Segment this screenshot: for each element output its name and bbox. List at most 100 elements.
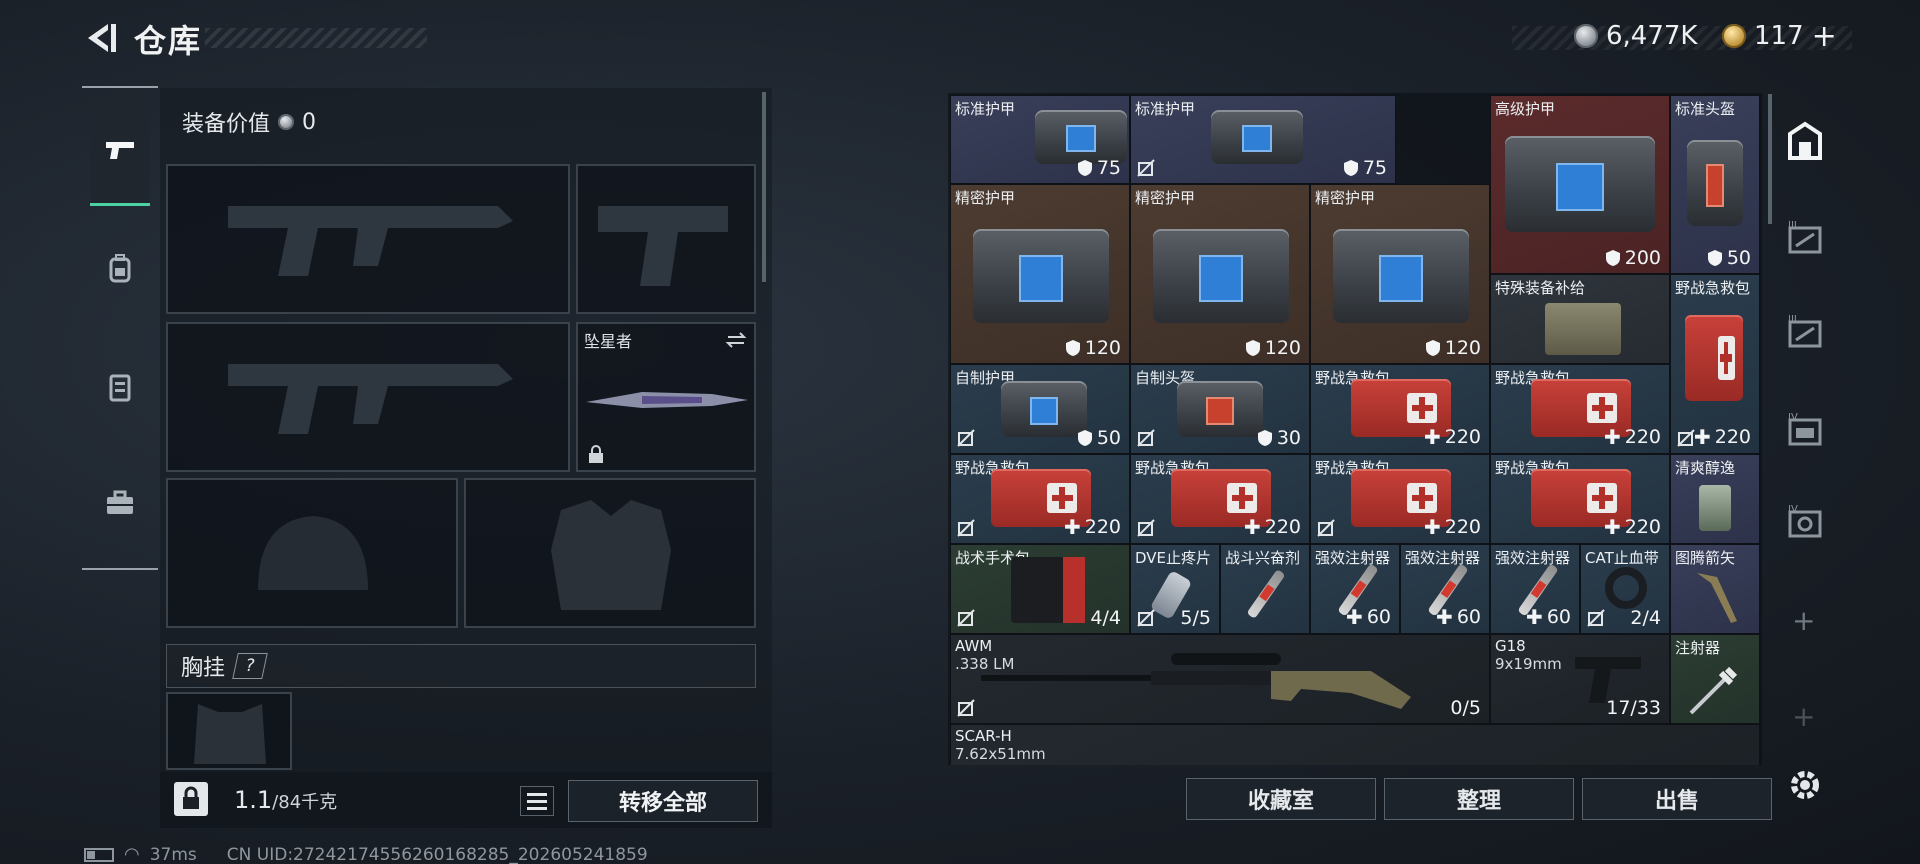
weight-lock-icon[interactable] (174, 782, 208, 816)
storage-page-3[interactable]: III (1784, 218, 1826, 260)
storage-item[interactable]: 精密护甲 120 (950, 184, 1130, 364)
storage-item[interactable]: 标准护甲 75 (1130, 95, 1396, 184)
add-storage-page-button[interactable]: + (1792, 604, 1815, 637)
add-storage-page-button-disabled[interactable]: + (1792, 700, 1815, 733)
storage-item[interactable]: 战斗兴奋剂 (1220, 544, 1310, 634)
storage-item[interactable]: 自制头盔 30 (1130, 364, 1310, 454)
storage-item[interactable]: 注射器 (1670, 634, 1760, 724)
transfer-all-button[interactable]: 转移全部 (568, 780, 758, 822)
storage-item[interactable]: CAT止血带 2/4 (1580, 544, 1670, 634)
help-button[interactable]: ? (232, 653, 268, 679)
tab-toolbox[interactable] (90, 448, 150, 558)
melee-slot[interactable]: 坠星者 (576, 322, 756, 472)
storage-item[interactable]: 高级护甲 200 (1490, 95, 1670, 274)
storage-item[interactable]: 野战急救包 ✚ 220 (950, 454, 1130, 544)
storage-page-4b[interactable]: IV (1784, 502, 1826, 544)
bound-icon (1137, 159, 1155, 177)
shield-icon (1245, 340, 1260, 356)
storage-item[interactable]: SCAR-H 7.62x51mm (950, 724, 1760, 765)
backpack-icon (109, 254, 131, 283)
silver-coin-icon (1574, 24, 1598, 48)
list-icon (527, 792, 547, 796)
item-value: 5/5 (1180, 607, 1211, 629)
item-caliber: 9x19mm (1495, 655, 1562, 673)
gold-currency[interactable]: 117 + (1722, 19, 1837, 54)
heal-icon: ✚ (1423, 515, 1441, 539)
list-view-button[interactable] (520, 786, 554, 816)
storage-item[interactable]: 野战急救包 ✚ 220 (1490, 364, 1670, 454)
storage-item[interactable]: 野战急救包 ✚ 220 (1310, 364, 1490, 454)
collection-room-button[interactable]: 收藏室 (1186, 778, 1376, 820)
storage-item[interactable]: 强效注射器 ✚ 60 (1310, 544, 1400, 634)
chest-rig-slot[interactable] (166, 692, 292, 770)
storage-all-icon (1788, 121, 1822, 160)
storage-item[interactable]: 战术手术包 4/4 (950, 544, 1130, 634)
storage-page-icon: III (1788, 314, 1822, 348)
storage-page-3b[interactable]: III (1784, 312, 1826, 354)
drink-can-icon (1699, 485, 1731, 531)
bound-icon (957, 519, 975, 537)
settings-button[interactable] (1784, 764, 1826, 806)
storage-item[interactable]: G18 9x19mm 17/33 (1490, 634, 1670, 724)
loadout-tabs (82, 86, 158, 570)
shield-icon (1707, 250, 1722, 266)
storage-item[interactable]: 野战急救包 ✚ 220 (1130, 454, 1310, 544)
shield-icon (1065, 340, 1080, 356)
primary-weapon-slot-1[interactable] (166, 164, 570, 314)
storage-item[interactable]: 标准护甲 75 (950, 95, 1130, 184)
storage-item[interactable]: 野战急救包 ✚ 220 (1490, 454, 1670, 544)
storage-item[interactable]: 精密护甲 120 (1310, 184, 1490, 364)
item-value: 0/5 (1450, 697, 1481, 719)
silver-currency: 6,477K (1574, 20, 1697, 52)
item-name: 强效注射器 (1495, 549, 1571, 567)
storage-item[interactable]: 强效注射器 ✚ 60 (1400, 544, 1490, 634)
storage-item[interactable]: 自制护甲 50 (950, 364, 1130, 454)
item-value: 60 (1546, 606, 1571, 628)
pistol-slot[interactable] (576, 164, 756, 314)
tab-container[interactable] (90, 332, 150, 442)
storage-item[interactable]: 精密护甲 120 (1130, 184, 1310, 364)
item-name: 精密护甲 (1315, 189, 1376, 207)
storage-item[interactable]: 强效注射器 ✚ 60 (1490, 544, 1580, 634)
storage-item[interactable]: 野战急救包 ✚ 220 (1670, 274, 1760, 454)
item-value: 220 (1624, 426, 1661, 448)
storage-page-4[interactable]: IV (1784, 410, 1826, 452)
heal-icon: ✚ (1436, 605, 1453, 629)
item-value: 120 (1084, 337, 1121, 359)
storage-item[interactable]: 特殊装备补给 (1490, 274, 1670, 364)
primary-weapon-slot-2[interactable] (166, 322, 570, 472)
storage-item[interactable]: 清爽醇逸 (1670, 454, 1760, 544)
tab-weapons[interactable] (90, 96, 150, 206)
storage-item[interactable]: 野战急救包 ✚ 220 (1310, 454, 1490, 544)
storage-page-all[interactable] (1784, 120, 1826, 162)
item-name: 战斗兴奋剂 (1225, 549, 1301, 567)
status-bar: ◠ 37ms CN UID:27242174556260168285_20260… (84, 844, 648, 864)
back-button[interactable] (80, 18, 120, 58)
swap-icon[interactable] (724, 328, 748, 352)
item-name: DVE止疼片 (1135, 549, 1212, 567)
sniper-rifle-icon (981, 653, 1411, 709)
storage-item[interactable]: 图腾箭矢 (1670, 544, 1760, 634)
add-gold-button[interactable]: + (1812, 19, 1837, 54)
armor-slot[interactable] (464, 478, 756, 628)
item-value: 60 (1366, 606, 1391, 628)
item-value: 220 (1084, 516, 1121, 538)
item-name: 标准护甲 (955, 100, 1016, 118)
pistol-silhouette-icon (598, 206, 728, 286)
storage-scrollbar[interactable] (1768, 94, 1772, 224)
item-name: 精密护甲 (955, 189, 1016, 207)
sell-button[interactable]: 出售 (1582, 778, 1772, 820)
storage-item[interactable]: AWM .338 LM 0/5 (950, 634, 1490, 724)
organize-button[interactable]: 整理 (1384, 778, 1574, 820)
item-value: 60 (1456, 606, 1481, 628)
shield-icon (1343, 160, 1358, 176)
toolbox-icon (107, 490, 133, 514)
stimulant-icon (1246, 569, 1286, 619)
storage-item[interactable]: 标准头盔 50 (1670, 95, 1760, 274)
storage-page-icon: IV (1788, 504, 1822, 538)
helmet-slot[interactable] (166, 478, 458, 628)
storage-item[interactable]: DVE止疼片 5/5 (1130, 544, 1220, 634)
armor-bag-icon (1153, 229, 1289, 323)
tab-backpack[interactable] (90, 214, 150, 324)
item-value: 30 (1276, 427, 1301, 449)
